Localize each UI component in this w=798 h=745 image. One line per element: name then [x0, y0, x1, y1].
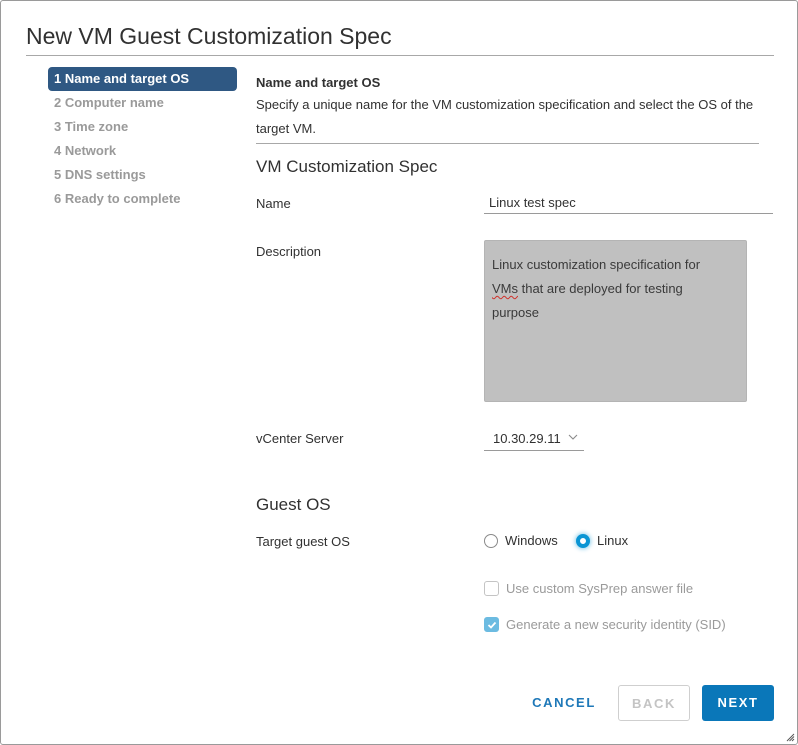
- dialog: New VM Guest Customization Spec 1 Name a…: [0, 0, 798, 745]
- description-label: Description: [256, 244, 322, 259]
- target-os-label: Target guest OS: [256, 534, 350, 549]
- title-divider: [26, 55, 774, 56]
- vcenter-select[interactable]: 10.30.29.11: [484, 428, 584, 451]
- description-textarea[interactable]: Linux customization specification for VM…: [484, 240, 747, 402]
- section-description: Specify a unique name for the VM customi…: [256, 97, 754, 136]
- checkbox-label: Use custom SysPrep answer file: [506, 581, 694, 596]
- description-text: that are deployed for testing: [518, 281, 683, 296]
- next-button[interactable]: NEXT: [702, 685, 774, 721]
- radio-circle[interactable]: [484, 533, 498, 548]
- checkbox-label: Generate a new security identity (SID): [506, 617, 726, 632]
- description-line: Linux customization specification for: [492, 257, 701, 272]
- sysprep-checkbox[interactable]: Use custom SysPrep answer file: [484, 581, 693, 596]
- step-dns-settings[interactable]: 5 DNS settings: [48, 163, 237, 187]
- radio-label: Linux: [597, 533, 629, 548]
- radio-windows[interactable]: Windows: [484, 533, 558, 548]
- step-ready-to-complete[interactable]: 6 Ready to complete: [48, 187, 237, 211]
- step-computer-name[interactable]: 2 Computer name: [48, 91, 237, 115]
- vcenter-label: vCenter Server: [256, 431, 344, 446]
- section-divider: [256, 143, 759, 144]
- name-input[interactable]: [484, 191, 773, 214]
- dialog-title: New VM Guest Customization Spec: [26, 23, 392, 49]
- cancel-button[interactable]: CANCEL: [528, 685, 600, 721]
- step-name-and-target-os[interactable]: 1 Name and target OS: [48, 67, 237, 91]
- radio-circle[interactable]: [576, 533, 590, 548]
- guest-os-heading: Guest OS: [256, 495, 331, 514]
- description-line: purpose: [492, 305, 539, 320]
- radio-linux[interactable]: Linux: [576, 533, 628, 548]
- resize-grip-icon[interactable]: [785, 732, 795, 742]
- back-button[interactable]: BACK: [618, 685, 690, 721]
- sid-checkbox[interactable]: Generate a new security identity (SID): [484, 617, 726, 632]
- checkmark-icon: [487, 621, 496, 629]
- spec-heading: VM Customization Spec: [256, 157, 438, 176]
- checkbox-box[interactable]: [484, 617, 499, 632]
- step-network[interactable]: 4 Network: [48, 139, 237, 163]
- step-time-zone[interactable]: 3 Time zone: [48, 115, 237, 139]
- description-line: VMs that are deployed for testing: [492, 277, 738, 301]
- name-label: Name: [256, 196, 291, 211]
- wizard-steps: 1 Name and target OS 2 Computer name 3 T…: [48, 67, 237, 211]
- radio-label: Windows: [505, 533, 558, 548]
- spellcheck-word: VMs: [492, 281, 518, 296]
- section-title: Name and target OS: [256, 75, 381, 90]
- chevron-down-icon: [568, 434, 578, 440]
- checkbox-box[interactable]: [484, 581, 499, 596]
- vcenter-value: 10.30.29.11: [493, 431, 561, 446]
